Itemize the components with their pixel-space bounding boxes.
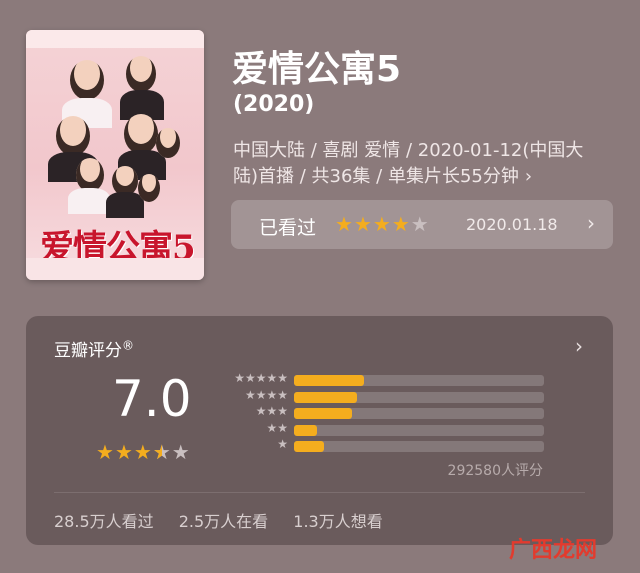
star-icon: ★	[133, 440, 153, 464]
rating-bar-stars: ★★★★	[244, 387, 288, 402]
douban-rating-card[interactable]: 豆瓣评分® › 7.0 ★★★★★ ★★★★★★★★★★★★★★★ 292580…	[26, 316, 613, 545]
rating-bar-track	[294, 375, 544, 386]
rating-bar-fill	[294, 408, 352, 419]
rating-score: 7.0	[112, 370, 192, 428]
rating-bar-stars: ★	[277, 437, 288, 451]
poster-figure	[76, 158, 104, 192]
watched-date: 2020.01.18	[466, 215, 558, 234]
poster-figure	[138, 174, 160, 202]
chevron-right-icon[interactable]: ›	[575, 334, 583, 358]
poster-footer	[26, 258, 204, 280]
star-icon: ★	[391, 212, 411, 236]
poster-figure	[70, 60, 104, 100]
page-title: 爱情公寓5	[232, 49, 402, 90]
rating-bar-stars: ★★★	[255, 404, 288, 418]
rating-header-label: 豆瓣评分	[54, 341, 122, 361]
star-icon: ★	[353, 212, 373, 236]
poster-figure	[56, 116, 90, 156]
poster-figure	[106, 192, 144, 218]
user-rating-stars: ★★★★★	[335, 212, 430, 236]
rating-bar-stars: ★★	[266, 420, 288, 435]
chevron-right-icon: ›	[587, 211, 595, 235]
watermark-logo: 广西龙网	[509, 538, 598, 563]
stat-watched[interactable]: 28.5万人看过	[54, 512, 154, 531]
rating-bar-track	[294, 441, 544, 452]
stat-wish[interactable]: 1.3万人想看	[293, 512, 382, 531]
stat-watching[interactable]: 2.5万人在看	[179, 512, 268, 531]
chevron-right-icon: ›	[524, 166, 533, 187]
registered-mark-icon: ®	[122, 338, 134, 353]
star-icon: ★	[372, 212, 392, 236]
star-icon: ★	[335, 212, 354, 236]
rating-bar-track	[294, 424, 544, 436]
rating-header: 豆瓣评分®	[54, 336, 134, 361]
star-icon: ★	[171, 440, 191, 464]
star-icon: ★	[114, 440, 134, 464]
rating-score-stars: ★★★★ ★	[96, 440, 191, 464]
rating-bar-track	[294, 408, 544, 419]
rating-votes-count: 292580人评分	[447, 463, 543, 479]
rating-bar-fill	[294, 375, 364, 386]
watched-status-button[interactable]: 已看过 ★★★★★ 2020.01.18 ›	[231, 200, 613, 249]
audience-stats: 28.5万人看过 2.5万人在看 1.3万人想看	[54, 508, 403, 532]
poster-figure	[124, 114, 158, 154]
poster-figure	[68, 188, 110, 214]
star-icon: ★	[153, 440, 172, 464]
poster-credits-strip	[26, 30, 204, 48]
rating-bar-track	[294, 391, 544, 403]
star-icon: ★	[96, 440, 115, 464]
divider	[54, 492, 585, 493]
watched-label: 已看过	[259, 217, 317, 239]
rating-bar-fill	[294, 391, 357, 403]
rating-bar-stars: ★★★★★	[234, 371, 288, 385]
release-year: (2020)	[233, 92, 315, 117]
poster-figure	[126, 56, 156, 92]
rating-bar-fill	[294, 424, 317, 436]
movie-meta-info[interactable]: 中国大陆 / 喜剧 爱情 / 2020-01-12(中国大陆)首播 / 共36集…	[233, 138, 603, 190]
star-icon: ★	[410, 212, 430, 236]
poster-image[interactable]: 爱情公寓5	[26, 30, 204, 280]
poster-figure	[156, 128, 180, 158]
rating-bar-fill	[294, 441, 324, 452]
